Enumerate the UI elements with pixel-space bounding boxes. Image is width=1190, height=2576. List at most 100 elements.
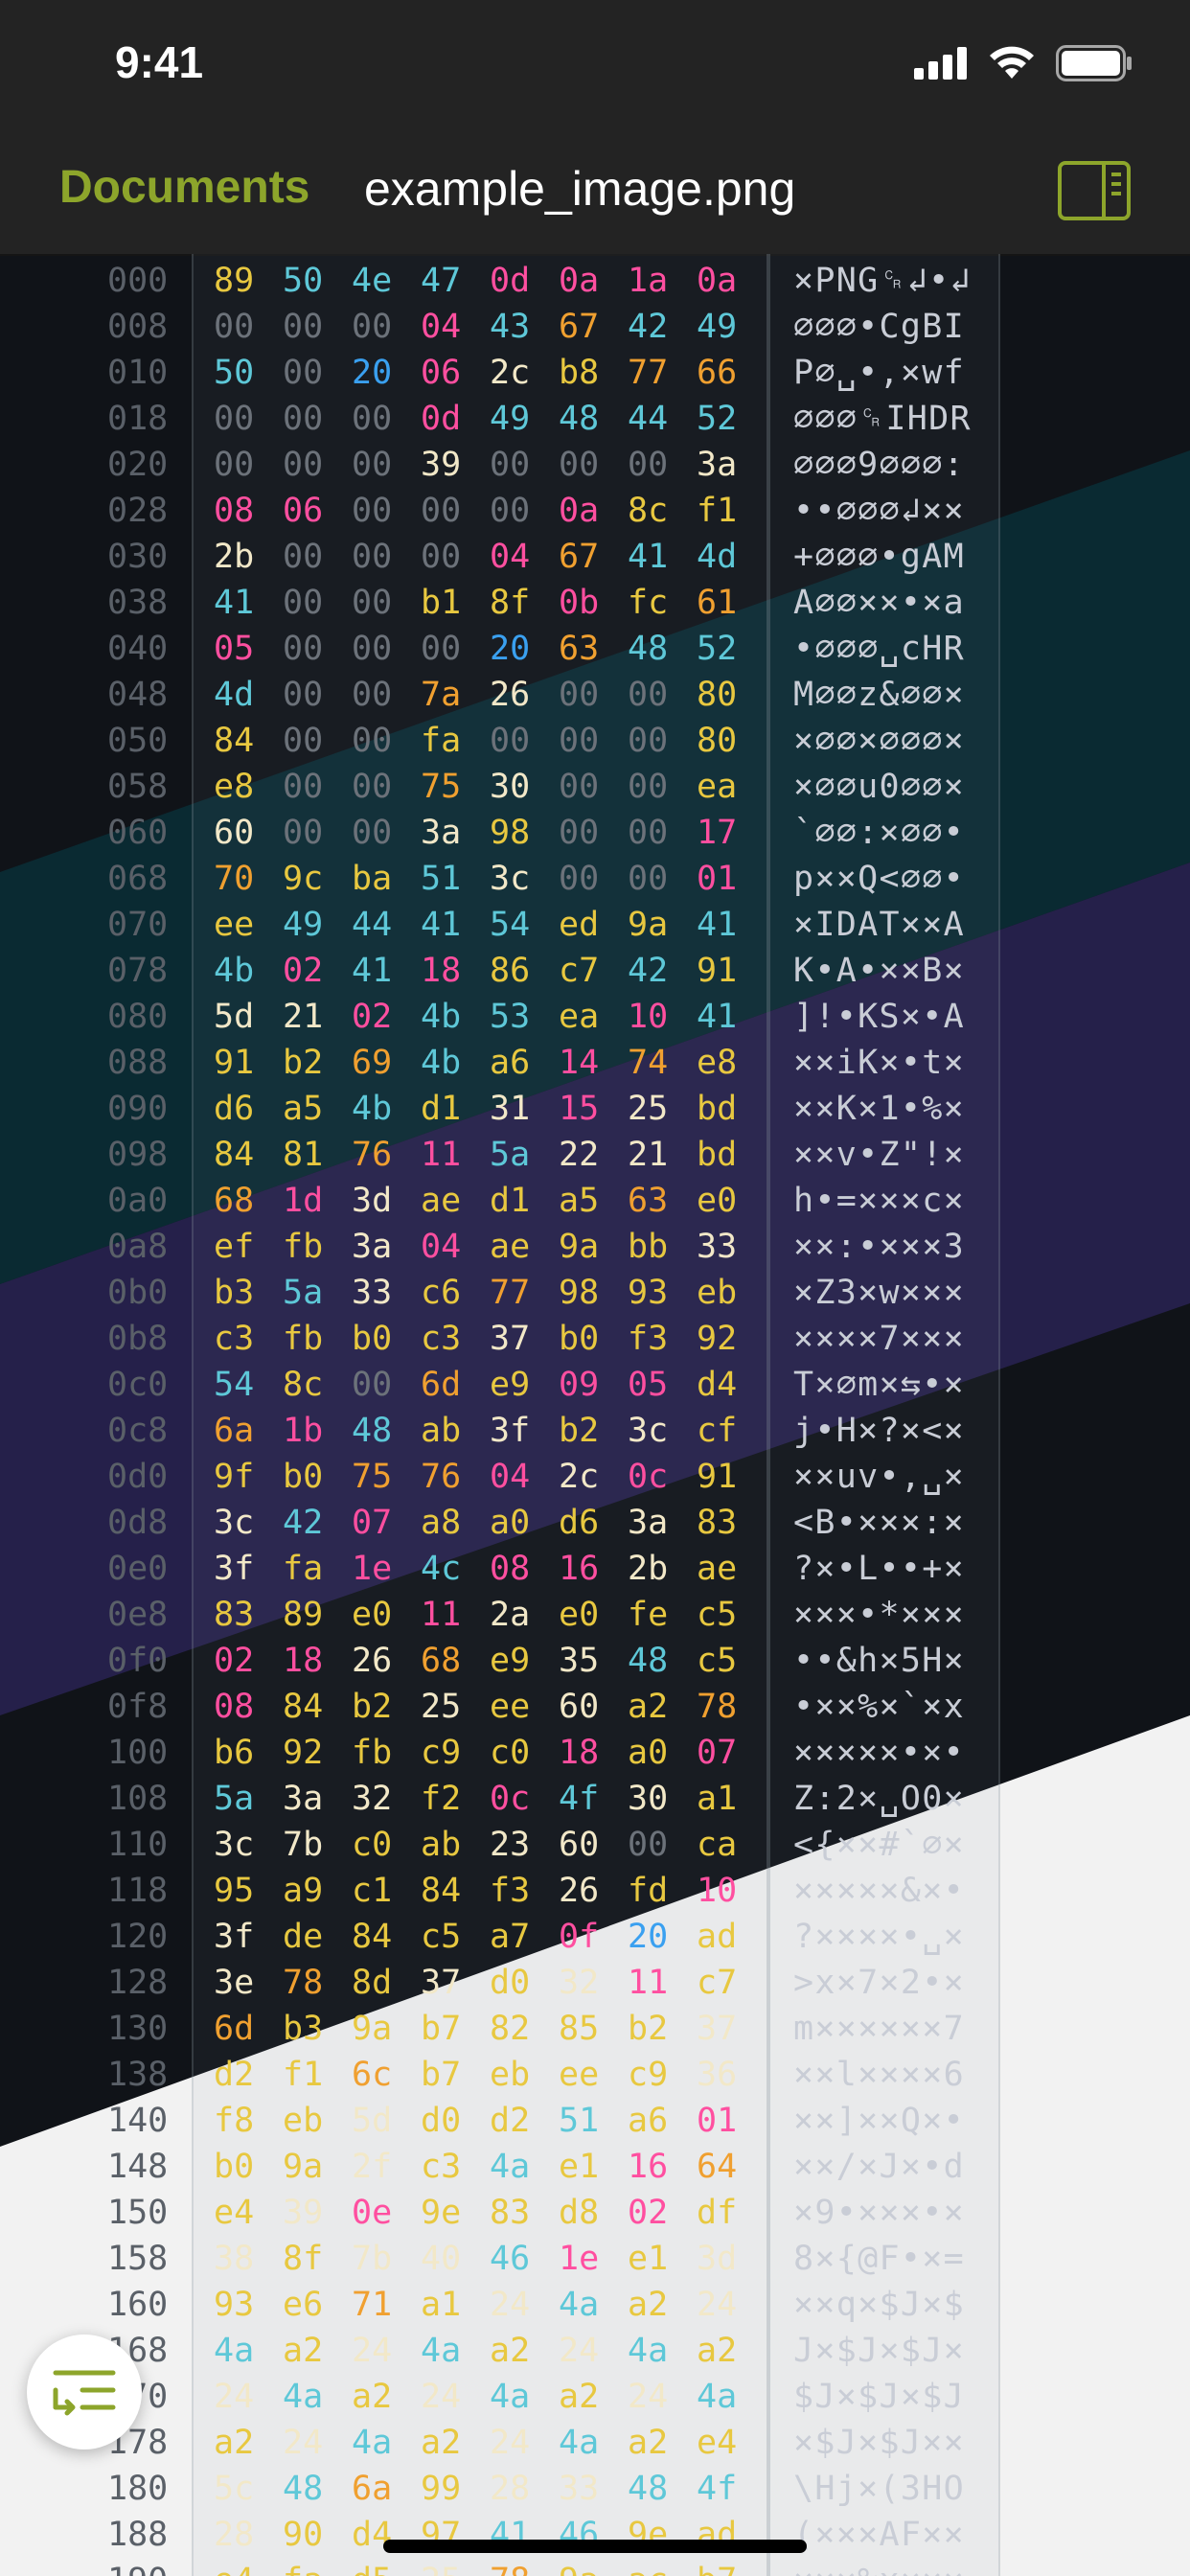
hex-byte[interactable]: a6 bbox=[628, 2098, 668, 2144]
hex-byte[interactable]: 93 bbox=[628, 1270, 668, 1316]
hex-byte[interactable]: 40 bbox=[421, 2236, 461, 2282]
hex-byte[interactable]: 85 bbox=[559, 2006, 599, 2052]
hex-byte[interactable]: 76 bbox=[421, 1454, 461, 1500]
hex-byte[interactable]: bd bbox=[697, 1132, 737, 1178]
hex-byte[interactable]: 6c bbox=[352, 2052, 392, 2098]
hex-byte[interactable]: 0a bbox=[559, 258, 599, 304]
hex-byte[interactable]: 43 bbox=[490, 304, 530, 350]
hex-byte[interactable]: 9a bbox=[559, 1224, 599, 1270]
hex-byte[interactable]: 17 bbox=[697, 810, 737, 856]
hex-byte[interactable]: a2 bbox=[490, 2328, 530, 2374]
hex-byte[interactable]: 2a bbox=[490, 1592, 530, 1638]
hex-byte[interactable]: 24 bbox=[421, 2374, 461, 2420]
hex-byte[interactable]: e8 bbox=[214, 764, 254, 810]
hex-byte[interactable]: eb bbox=[490, 2052, 530, 2098]
hex-byte[interactable]: 04 bbox=[490, 1454, 530, 1500]
hex-byte[interactable]: 68 bbox=[214, 1178, 254, 1224]
hex-byte[interactable]: c0 bbox=[490, 1730, 530, 1776]
hex-byte[interactable]: 83 bbox=[490, 2190, 530, 2236]
hex-byte[interactable]: 48 bbox=[559, 396, 599, 442]
hex-row[interactable]: 008 00 00 00 04 43 67 42 49 ∅∅∅•CgBI bbox=[0, 304, 1190, 350]
hex-row[interactable]: 028 08 06 00 00 00 0a 8c f1 ••∅∅∅↲×× bbox=[0, 488, 1190, 534]
hex-byte[interactable]: 4a bbox=[214, 2328, 254, 2374]
hex-byte[interactable]: a8 bbox=[421, 1500, 461, 1546]
hex-byte[interactable]: 44 bbox=[628, 396, 668, 442]
hex-byte[interactable]: 83 bbox=[214, 1592, 254, 1638]
hex-byte[interactable]: 78 bbox=[490, 2558, 530, 2576]
hex-byte[interactable]: 00 bbox=[283, 810, 323, 856]
hex-byte[interactable]: 00 bbox=[628, 856, 668, 902]
hex-byte[interactable]: 1d bbox=[283, 1178, 323, 1224]
hex-row[interactable]: 0d0 9f b0 75 76 04 2c 0c 91 ××uv•,␣× bbox=[0, 1454, 1190, 1500]
hex-byte[interactable]: 37 bbox=[490, 1316, 530, 1362]
hex-row[interactable]: 048 4d 00 00 7a 26 00 00 80 M∅∅z&∅∅× bbox=[0, 672, 1190, 718]
hex-byte[interactable]: 78 bbox=[283, 1960, 323, 2006]
hex-byte[interactable]: b0 bbox=[559, 1316, 599, 1362]
hex-byte[interactable]: de bbox=[283, 1914, 323, 1960]
hex-byte[interactable]: b7 bbox=[421, 2052, 461, 2098]
hex-byte[interactable]: 50 bbox=[283, 258, 323, 304]
hex-byte[interactable]: e6 bbox=[283, 2282, 323, 2328]
hex-byte[interactable]: fc bbox=[628, 580, 668, 626]
hex-byte[interactable]: ee bbox=[559, 2052, 599, 2098]
hex-byte[interactable]: 30 bbox=[490, 764, 530, 810]
hex-byte[interactable]: ab bbox=[421, 1822, 461, 1868]
hex-byte[interactable]: 02 bbox=[352, 994, 392, 1040]
hex-byte[interactable]: ae bbox=[421, 1178, 461, 1224]
hex-byte[interactable]: 2b bbox=[214, 534, 254, 580]
hex-byte[interactable]: 91 bbox=[214, 1040, 254, 1086]
hex-row[interactable]: 0e0 3f fa 1e 4c 08 16 2b ae ?×•L••+× bbox=[0, 1546, 1190, 1592]
hex-row[interactable]: 0b8 c3 fb b0 c3 37 b0 f3 92 ××××7××× bbox=[0, 1316, 1190, 1362]
hex-byte[interactable]: 24 bbox=[628, 2374, 668, 2420]
hex-byte[interactable]: 18 bbox=[421, 948, 461, 994]
hex-byte[interactable]: 92 bbox=[697, 1316, 737, 1362]
hex-byte[interactable]: 4d bbox=[697, 534, 737, 580]
hex-row[interactable]: 100 b6 92 fb c9 c0 18 a0 07 ×××××•×• bbox=[0, 1730, 1190, 1776]
hex-row[interactable]: 068 70 9c ba 51 3c 00 00 01 p××Q<∅∅• bbox=[0, 856, 1190, 902]
hex-row[interactable]: 080 5d 21 02 4b 53 ea 10 41]!•KS×•A bbox=[0, 994, 1190, 1040]
hex-byte[interactable]: 3f bbox=[214, 1546, 254, 1592]
hex-byte[interactable]: c9 bbox=[628, 2052, 668, 2098]
hex-byte[interactable]: eb bbox=[283, 2098, 323, 2144]
hex-byte[interactable]: 3d bbox=[352, 1178, 392, 1224]
hex-byte[interactable]: 8c bbox=[283, 1362, 323, 1408]
hex-byte[interactable]: c3 bbox=[214, 1316, 254, 1362]
hex-byte[interactable]: 84 bbox=[421, 1868, 461, 1914]
hex-byte[interactable]: 00 bbox=[352, 534, 392, 580]
hex-byte[interactable]: b3 bbox=[283, 2006, 323, 2052]
hex-byte[interactable]: 90 bbox=[283, 2512, 323, 2558]
hex-byte[interactable]: ca bbox=[697, 1822, 737, 1868]
hex-byte[interactable]: fe bbox=[628, 1592, 668, 1638]
hex-row[interactable]: 0f8 08 84 b2 25 ee 60 a2 78 •××%×`×x bbox=[0, 1684, 1190, 1730]
hex-byte[interactable]: 32 bbox=[352, 1776, 392, 1822]
hex-byte[interactable]: d0 bbox=[490, 1960, 530, 2006]
hex-byte[interactable]: c5 bbox=[421, 1914, 461, 1960]
hex-byte[interactable]: 00 bbox=[283, 304, 323, 350]
hex-byte[interactable]: b2 bbox=[283, 1040, 323, 1086]
hex-byte[interactable]: ba bbox=[352, 856, 392, 902]
hex-row[interactable]: 060 60 00 00 3a 98 00 00 17 `∅∅:×∅∅• bbox=[0, 810, 1190, 856]
hex-byte[interactable]: 15 bbox=[559, 1086, 599, 1132]
hex-byte[interactable]: 64 bbox=[697, 2144, 737, 2190]
hex-row[interactable]: 138 d2 f1 6c b7 eb ee c9 36 ××l××××6 bbox=[0, 2052, 1190, 2098]
hex-byte[interactable]: 08 bbox=[214, 1684, 254, 1730]
hex-row[interactable]: 180 5c 48 6a 99 28 33 48 4f \Hj×(3HO bbox=[0, 2466, 1190, 2512]
hex-byte[interactable]: 10 bbox=[697, 1868, 737, 1914]
hex-byte[interactable]: ea bbox=[559, 994, 599, 1040]
hex-byte[interactable]: e9 bbox=[490, 1638, 530, 1684]
hex-byte[interactable]: 00 bbox=[283, 534, 323, 580]
hex-byte[interactable]: 00 bbox=[283, 350, 323, 396]
hex-byte[interactable]: 4a bbox=[352, 2420, 392, 2466]
hex-row[interactable]: 0d8 3c 42 07 a8 a0 d6 3a 83 <B•×××:× bbox=[0, 1500, 1190, 1546]
hex-byte[interactable]: 5a bbox=[214, 1776, 254, 1822]
hex-byte[interactable]: 66 bbox=[697, 350, 737, 396]
hex-byte[interactable]: 00 bbox=[352, 396, 392, 442]
hex-byte[interactable]: 51 bbox=[421, 856, 461, 902]
hex-byte[interactable]: 3f bbox=[490, 1408, 530, 1454]
hex-row[interactable]: 030 2b 00 00 00 04 67 41 4d +∅∅∅•gAM bbox=[0, 534, 1190, 580]
hex-byte[interactable]: 33 bbox=[697, 1224, 737, 1270]
hex-byte[interactable]: 0a bbox=[559, 488, 599, 534]
hex-row[interactable]: 000 89 50 4e 47 0d 0a 1a 0a ×PNG␍↲•↲ bbox=[0, 258, 1190, 304]
hex-byte[interactable]: 11 bbox=[421, 1592, 461, 1638]
hex-byte[interactable]: 4b bbox=[421, 1040, 461, 1086]
